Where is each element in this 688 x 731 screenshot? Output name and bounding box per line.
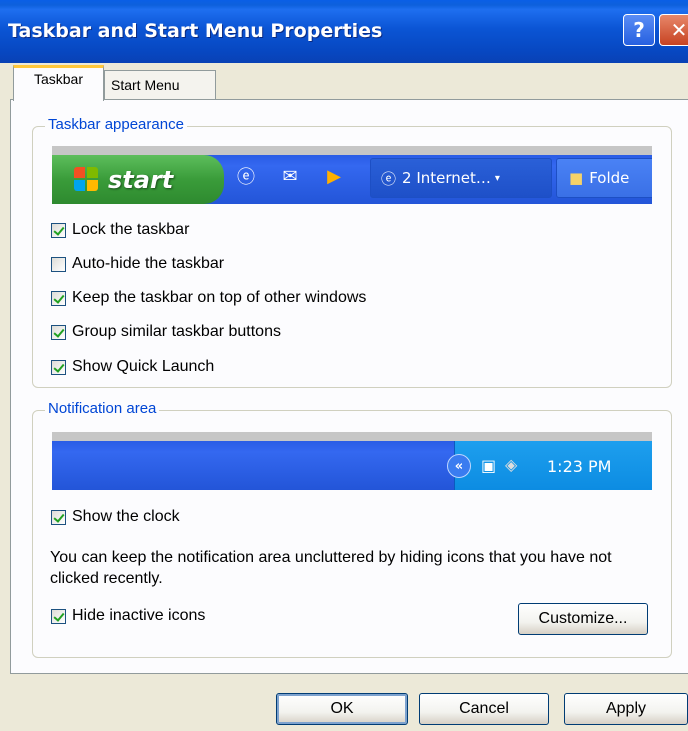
quick-launch-checkbox[interactable] <box>51 359 66 375</box>
taskbar-appearance-legend: Taskbar appearance <box>45 116 187 133</box>
show-clock-label: Show the clock <box>72 508 180 525</box>
lock-taskbar-label: Lock the taskbar <box>72 221 190 238</box>
hide-inactive-checkbox[interactable] <box>51 608 66 624</box>
title-bar: Taskbar and Start Menu Properties ? ✕ <box>0 0 688 63</box>
hide-inactive-option[interactable]: Hide inactive icons <box>51 607 205 625</box>
customize-button[interactable]: Customize... <box>518 603 648 635</box>
auto-hide-option[interactable]: Auto-hide the taskbar <box>51 255 224 273</box>
notification-info-text: You can keep the notification area unclu… <box>50 549 612 587</box>
taskbar-button-internet-label: 2 Internet… <box>402 169 491 187</box>
internet-explorer-icon: ⓔ <box>381 169 397 188</box>
keep-on-top-checkbox[interactable] <box>51 290 66 306</box>
start-button-preview: start <box>52 155 224 204</box>
notification-preview: « ▣ ◈ 1:23 PM <box>52 432 652 490</box>
auto-hide-checkbox[interactable] <box>51 256 66 272</box>
quick-launch-option[interactable]: Show Quick Launch <box>51 358 214 376</box>
system-tray-preview: « ▣ ◈ 1:23 PM <box>447 441 652 490</box>
group-buttons-checkbox[interactable] <box>51 324 66 340</box>
close-icon: ✕ <box>670 18 688 42</box>
show-clock-checkbox[interactable] <box>51 509 66 525</box>
safely-remove-hardware-icon: ◈ <box>505 455 518 474</box>
apply-button[interactable]: Apply <box>564 693 688 725</box>
show-clock-option[interactable]: Show the clock <box>51 508 180 526</box>
notification-area-legend: Notification area <box>45 400 160 417</box>
help-button[interactable]: ? <box>623 14 655 46</box>
taskbar-preview: start ⓔ ✉ ▶ ⓔ 2 Internet… ▾ ■ Folde <box>52 146 652 204</box>
lock-taskbar-checkbox[interactable] <box>51 222 66 238</box>
outlook-express-icon: ✉ <box>282 165 298 187</box>
window-title: Taskbar and Start Menu Properties <box>8 20 383 42</box>
quick-launch-label: Show Quick Launch <box>72 358 215 375</box>
keep-on-top-label: Keep the taskbar on top of other windows <box>72 289 367 306</box>
keep-on-top-option[interactable]: Keep the taskbar on top of other windows <box>51 289 366 307</box>
cancel-button[interactable]: Cancel <box>419 693 549 725</box>
help-icon: ? <box>633 18 645 42</box>
group-buttons-label: Group similar taskbar buttons <box>72 323 281 340</box>
taskbar-button-internet: ⓔ 2 Internet… ▾ <box>370 158 552 198</box>
tab-start-menu[interactable]: Start Menu <box>104 70 216 99</box>
group-buttons-option[interactable]: Group similar taskbar buttons <box>51 323 281 341</box>
ok-button[interactable]: OK <box>276 693 408 725</box>
dropdown-arrow-icon: ▾ <box>494 172 500 184</box>
start-label: start <box>108 165 174 194</box>
taskbar-button-folder-label: Folde <box>589 169 630 187</box>
auto-hide-label: Auto-hide the taskbar <box>72 255 225 272</box>
clock-preview: 1:23 PM <box>547 457 612 476</box>
network-icon: ▣ <box>481 456 497 475</box>
lock-taskbar-option[interactable]: Lock the taskbar <box>51 221 189 239</box>
close-button[interactable]: ✕ <box>659 14 688 46</box>
chevron-left-icon: « <box>447 454 471 478</box>
media-player-icon: ▶ <box>327 165 341 187</box>
tab-taskbar[interactable]: Taskbar <box>13 65 104 101</box>
hide-inactive-label: Hide inactive icons <box>72 607 206 624</box>
folder-icon: ■ <box>569 169 584 187</box>
windows-logo-icon <box>74 166 100 193</box>
taskbar-button-folder: ■ Folde <box>556 158 652 198</box>
internet-explorer-icon: ⓔ <box>237 167 255 188</box>
